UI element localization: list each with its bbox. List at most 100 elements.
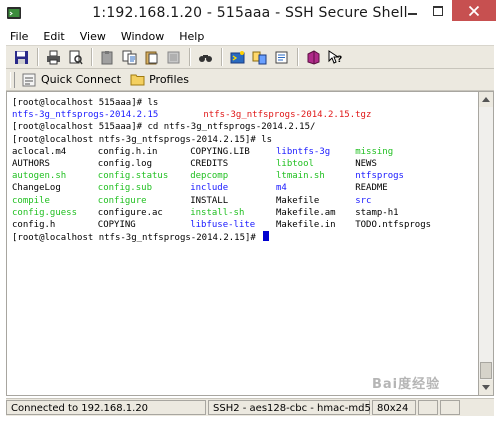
terminal-segment: Makefile: [276, 195, 320, 206]
menu-edit[interactable]: Edit: [35, 30, 71, 43]
paste-button[interactable]: [98, 48, 116, 66]
terminal-output[interactable]: [root@localhost 515aaa]# ls ntfs-3g_ntfsp…: [6, 91, 479, 396]
terminal-segment: m4: [276, 183, 287, 194]
maximize-icon: [433, 5, 443, 16]
menu-help[interactable]: Help: [171, 30, 211, 43]
terminal-segment: depcomp: [190, 171, 229, 182]
save-icon: [14, 50, 28, 64]
terminal-segment: ntfs-3g_ntfsprogs-2014.2.15: [12, 110, 159, 121]
terminal-segment: install-sh: [190, 207, 245, 218]
prompt-text: [root@localhost ntfs-3g_ntfsprogs-2014.2…: [12, 233, 262, 244]
scroll-down-button[interactable]: [479, 380, 493, 395]
close-icon: [468, 5, 480, 16]
toolbar-grip[interactable]: [10, 71, 15, 88]
menu-view[interactable]: View: [72, 30, 113, 43]
file-transfer-button[interactable]: [250, 48, 268, 66]
paste-special-button[interactable]: [142, 48, 160, 66]
terminal-segment: TODO.ntfsprogs: [355, 219, 432, 230]
text-cursor: [263, 231, 270, 242]
file-transfer-icon: [252, 51, 266, 64]
baidu-watermark: Bai度经验: [372, 377, 441, 392]
menu-bar: File Edit View Window Help: [6, 27, 494, 45]
status-cell-empty: [418, 400, 438, 415]
terminal-segment: [root@localhost ntfs-3g_ntfsprogs-2014.2…: [12, 134, 273, 145]
terminal-segment: src: [355, 195, 372, 206]
terminal-segment: include: [190, 183, 229, 194]
copy-button[interactable]: [120, 48, 138, 66]
down-arrow-icon: [482, 385, 490, 390]
find-button[interactable]: [196, 48, 214, 66]
scroll-thumb[interactable]: [480, 362, 492, 379]
scroll-up-button[interactable]: [479, 92, 493, 107]
save-button[interactable]: [12, 48, 30, 66]
terminal-segment: [root@localhost ntfs-3g_ntfsprogs-2014.2…: [12, 231, 270, 244]
find-icon: [198, 54, 212, 62]
terminal-segment: libfuse-lite: [190, 219, 256, 230]
close-button[interactable]: [452, 0, 496, 21]
profiles-button[interactable]: [304, 48, 322, 66]
help-icon: ?: [328, 49, 342, 65]
toolbar-separator: [221, 48, 223, 66]
terminal-segment: Makefile.am: [276, 207, 336, 218]
toolbar-separator: [91, 48, 93, 66]
terminal-segment: configure.ac: [97, 207, 163, 218]
terminal-segment: [root@localhost 515aaa]# cd ntfs-3g_ntfs…: [12, 122, 316, 133]
vertical-scrollbar[interactable]: [479, 91, 494, 396]
quick-connect-button[interactable]: Quick Connect: [19, 71, 127, 89]
new-terminal-icon: [230, 50, 244, 63]
folder-icon: [129, 72, 145, 88]
terminal-segment: [root@localhost 515aaa]# ls: [12, 98, 159, 108]
terminal-segment: COPYING: [97, 219, 136, 230]
cipher-info: SSH2 - aes128-cbc - hmac-md5: [208, 400, 371, 415]
terminal-segment: libntfs-3g: [276, 146, 331, 157]
terminal-segment: ntfs-3g_ntfsprogs-2014.2.15.tgz: [203, 110, 372, 121]
toolbar-separator: [297, 48, 299, 66]
terminal-segment: config.h.in: [97, 146, 158, 157]
profiles-label: Profiles: [149, 73, 190, 86]
new-terminal-button[interactable]: [228, 48, 246, 66]
terminal-segment: autogen.sh: [12, 171, 67, 182]
print-preview-button[interactable]: [66, 48, 84, 66]
paste-icon: [101, 50, 112, 64]
title-bar[interactable]: 1:192.168.1.20 - 515aaa - SSH Secure She…: [0, 0, 500, 26]
quick-connect-label: Quick Connect: [41, 73, 122, 86]
terminal-segment: NEWS: [355, 158, 377, 169]
settings-icon: [275, 51, 287, 63]
select-all-button[interactable]: [164, 48, 182, 66]
profiles-icon: [307, 49, 319, 65]
menu-window[interactable]: Window: [113, 30, 171, 43]
print-button[interactable]: [44, 48, 62, 66]
terminal-segment: missing: [355, 146, 394, 157]
help-button[interactable]: ?: [326, 48, 344, 66]
terminal-segment: AUTHORS: [12, 158, 50, 169]
print-preview-icon: [69, 50, 83, 64]
terminal-size: 80x24: [372, 400, 416, 415]
paste-special-icon: [145, 51, 157, 64]
ssh-client-window: 1:192.168.1.20 - 515aaa - SSH Secure She…: [0, 0, 500, 421]
terminal-segment: compile: [12, 195, 50, 206]
terminal-segment: README: [355, 183, 388, 194]
select-all-icon: [167, 51, 179, 63]
minimize-button[interactable]: [399, 0, 425, 21]
copy-icon: [122, 50, 136, 64]
terminal-segment: INSTALL: [190, 195, 229, 206]
status-bar: Connected to 192.168.1.20 SSH2 - aes128-…: [6, 398, 494, 416]
settings-button[interactable]: [272, 48, 290, 66]
connection-status: Connected to 192.168.1.20: [6, 400, 206, 415]
minimize-icon: [407, 12, 417, 15]
terminal-segment: COPYING.LIB: [190, 146, 250, 157]
up-arrow-icon: [482, 97, 490, 102]
maximize-button[interactable]: [425, 0, 451, 21]
menu-file[interactable]: File: [6, 30, 35, 43]
terminal-segment: configure: [97, 195, 147, 206]
toolbar: ?: [6, 45, 494, 69]
terminal-segment: ntfsprogs: [355, 171, 404, 182]
profiles-menu-button[interactable]: Profiles: [127, 71, 195, 89]
terminal-segment: config.log: [97, 158, 152, 169]
status-cell-empty: [440, 400, 460, 415]
terminal-segment: config.status: [97, 171, 169, 182]
terminal-segment: config.h: [12, 219, 56, 230]
terminal-segment: libtool: [276, 158, 314, 169]
terminal-segment: config.sub: [97, 183, 152, 194]
quick-connect-icon: [21, 72, 37, 88]
